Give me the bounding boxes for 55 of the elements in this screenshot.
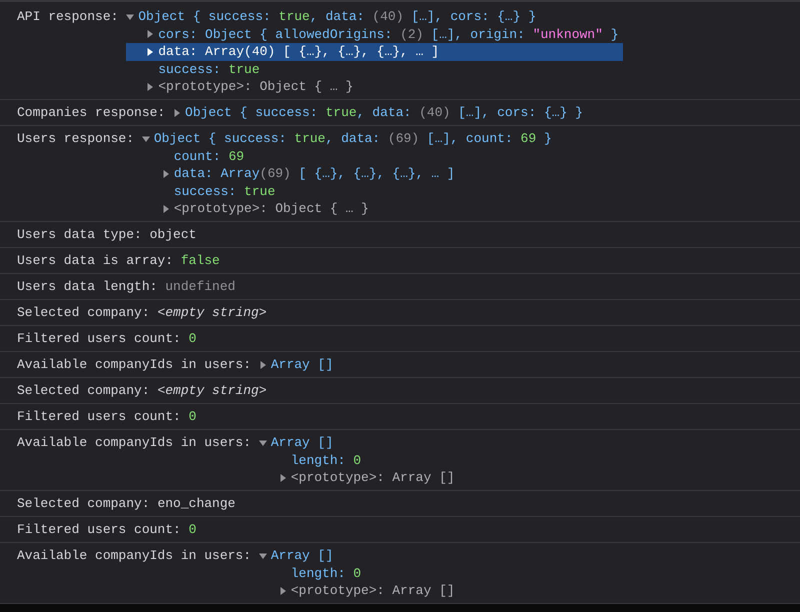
caret-right-icon[interactable]	[146, 48, 154, 56]
message-label: Filtered users count:	[17, 330, 182, 348]
property-row[interactable]: length: 0	[258, 564, 459, 582]
caret-right-icon[interactable]	[278, 586, 287, 595]
property-row[interactable]: <prototype>: Object { … }	[142, 200, 552, 218]
caret-down-icon[interactable]	[142, 134, 150, 143]
object-preview[interactable]: Object { success: true, data: (40) […], cors: {…} }	[185, 104, 583, 122]
message-label: Selected company:	[17, 382, 151, 400]
message-value: 0	[188, 330, 196, 348]
object-preview[interactable]: Array []	[270, 356, 334, 374]
caret-down-icon[interactable]	[258, 552, 267, 560]
message-value: 0	[188, 521, 196, 538]
caret-right-icon[interactable]	[258, 360, 267, 369]
message-label: Users data type:	[17, 226, 143, 244]
message-label: Users data is array:	[17, 252, 174, 270]
message-label: Selected company:	[17, 495, 151, 512]
property-row[interactable]: success: true	[126, 60, 623, 78]
caret-right-icon[interactable]	[146, 30, 154, 38]
property-row[interactable]: success: true	[142, 182, 552, 200]
message-value: object	[150, 226, 196, 244]
object-preview[interactable]: Array []	[270, 547, 334, 564]
property-row[interactable]: count: 69	[142, 148, 552, 165]
caret-right-icon[interactable]	[162, 170, 170, 178]
caret-down-icon[interactable]	[126, 12, 134, 21]
message-label: API response:	[17, 8, 120, 26]
message-label: Available companyIds in users:	[17, 356, 252, 374]
caret-right-icon[interactable]	[146, 82, 154, 91]
message-label: Users response:	[17, 130, 136, 148]
property-row[interactable]: data: Array(69) [ {…}, {…}, {…}, … ]	[142, 165, 552, 182]
caret-right-icon[interactable]	[162, 204, 170, 213]
message-label: Available companyIds in users:	[17, 547, 252, 564]
property-row[interactable]: <prototype>: Array []	[258, 469, 459, 486]
caret-right-icon[interactable]	[173, 108, 182, 117]
property-row[interactable]: <prototype>: Object { … }	[126, 78, 623, 96]
property-row[interactable]: <prototype>: Array []	[258, 582, 459, 600]
message-label: Companies response:	[17, 104, 166, 122]
message-value: undefined	[165, 278, 236, 296]
caret-down-icon[interactable]	[258, 438, 267, 447]
message-label: Selected company:	[17, 304, 151, 322]
message-value: false	[180, 252, 220, 270]
object-preview[interactable]: Object { success: true, data: (69) […], count: 69 }	[154, 130, 552, 148]
caret-right-icon[interactable]	[278, 474, 287, 482]
object-preview[interactable]: Object { success: true, data: (40) […], cors: {…} }	[138, 8, 536, 26]
message-label: Filtered users count:	[17, 408, 182, 426]
property-row[interactable]: cors: Object { allowedOrigins: (2) […], origin: "unknown" }	[126, 26, 623, 43]
message-value: 0	[188, 408, 196, 426]
message-value: <empty string>	[157, 382, 267, 400]
object-preview[interactable]: Array []	[270, 434, 334, 452]
property-row[interactable]: data: Array(40) [ {…}, {…}, {…}, … ]	[126, 43, 623, 60]
message-label: Available companyIds in users:	[17, 434, 252, 452]
property-row[interactable]: length: 0	[258, 452, 459, 469]
message-value: eno_change	[157, 495, 236, 512]
message-value: <empty string>	[157, 304, 267, 322]
message-label: Filtered users count:	[17, 521, 182, 538]
message-label: Users data length:	[17, 278, 158, 296]
